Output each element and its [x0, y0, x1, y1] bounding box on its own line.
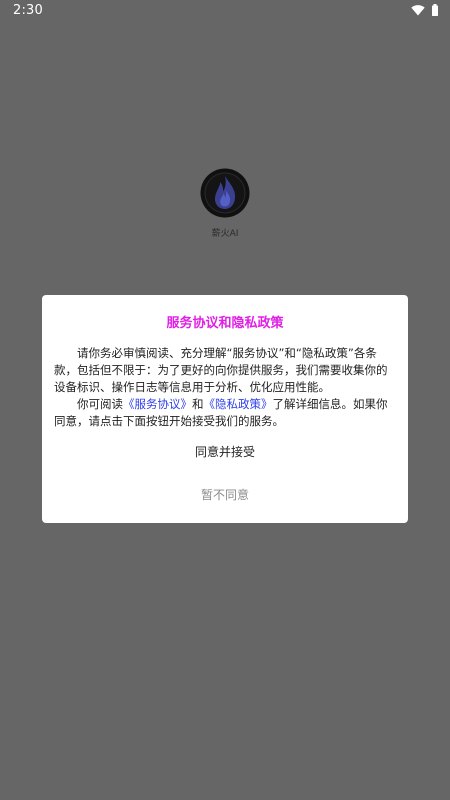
agree-button[interactable]: 同意并接受: [175, 440, 275, 464]
wifi-icon: [411, 5, 425, 16]
dialog-paragraph-1: 请你务必审慎阅读、充分理解“服务协议”和“隐私政策”各条款，包括但不限于：为了更…: [54, 346, 388, 394]
agreement-dialog: 服务协议和隐私政策 请你务必审慎阅读、充分理解“服务协议”和“隐私政策”各条款，…: [42, 295, 408, 523]
dialog-title: 服务协议和隐私政策: [166, 316, 284, 331]
battery-icon: [432, 4, 438, 16]
status-time: 2:30: [13, 3, 43, 18]
paragraph-2-and: 和: [192, 397, 204, 411]
privacy-policy-link[interactable]: 《隐私政策》: [204, 397, 273, 411]
service-agreement-link[interactable]: 《服务协议》: [123, 397, 192, 411]
app-name: 薪火AI: [211, 229, 239, 239]
disagree-button[interactable]: 暂不同意: [175, 483, 275, 507]
dialog-paragraph-2: 你可阅读《服务协议》和《隐私政策》了解详细信息。如果你同意，请点击下面按钮开始接…: [54, 396, 398, 430]
flame-logo-icon: [200, 168, 250, 218]
status-bar: 2:30: [0, 0, 450, 22]
dialog-body: 请你务必审慎阅读、充分理解“服务协议”和“隐私政策”各条款，包括但不限于：为了更…: [54, 345, 398, 430]
paragraph-2-prefix: 你可阅读: [77, 397, 123, 411]
